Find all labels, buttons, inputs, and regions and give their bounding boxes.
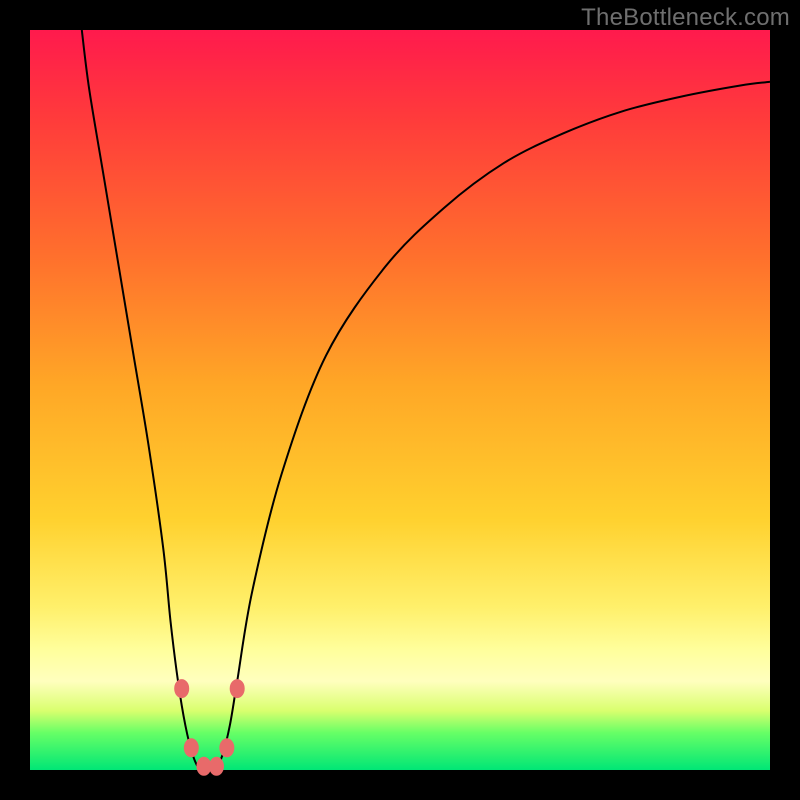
chart-frame: TheBottleneck.com [0,0,800,800]
bottleneck-curve [82,30,770,771]
watermark-text: TheBottleneck.com [581,4,790,32]
plot-area [30,30,770,770]
curve-marker [184,739,198,757]
curve-marker [230,680,244,698]
curve-marker [209,757,223,775]
curve-marker [197,757,211,775]
curve-marker [220,739,234,757]
curve-svg [30,30,770,770]
curve-marker [175,680,189,698]
